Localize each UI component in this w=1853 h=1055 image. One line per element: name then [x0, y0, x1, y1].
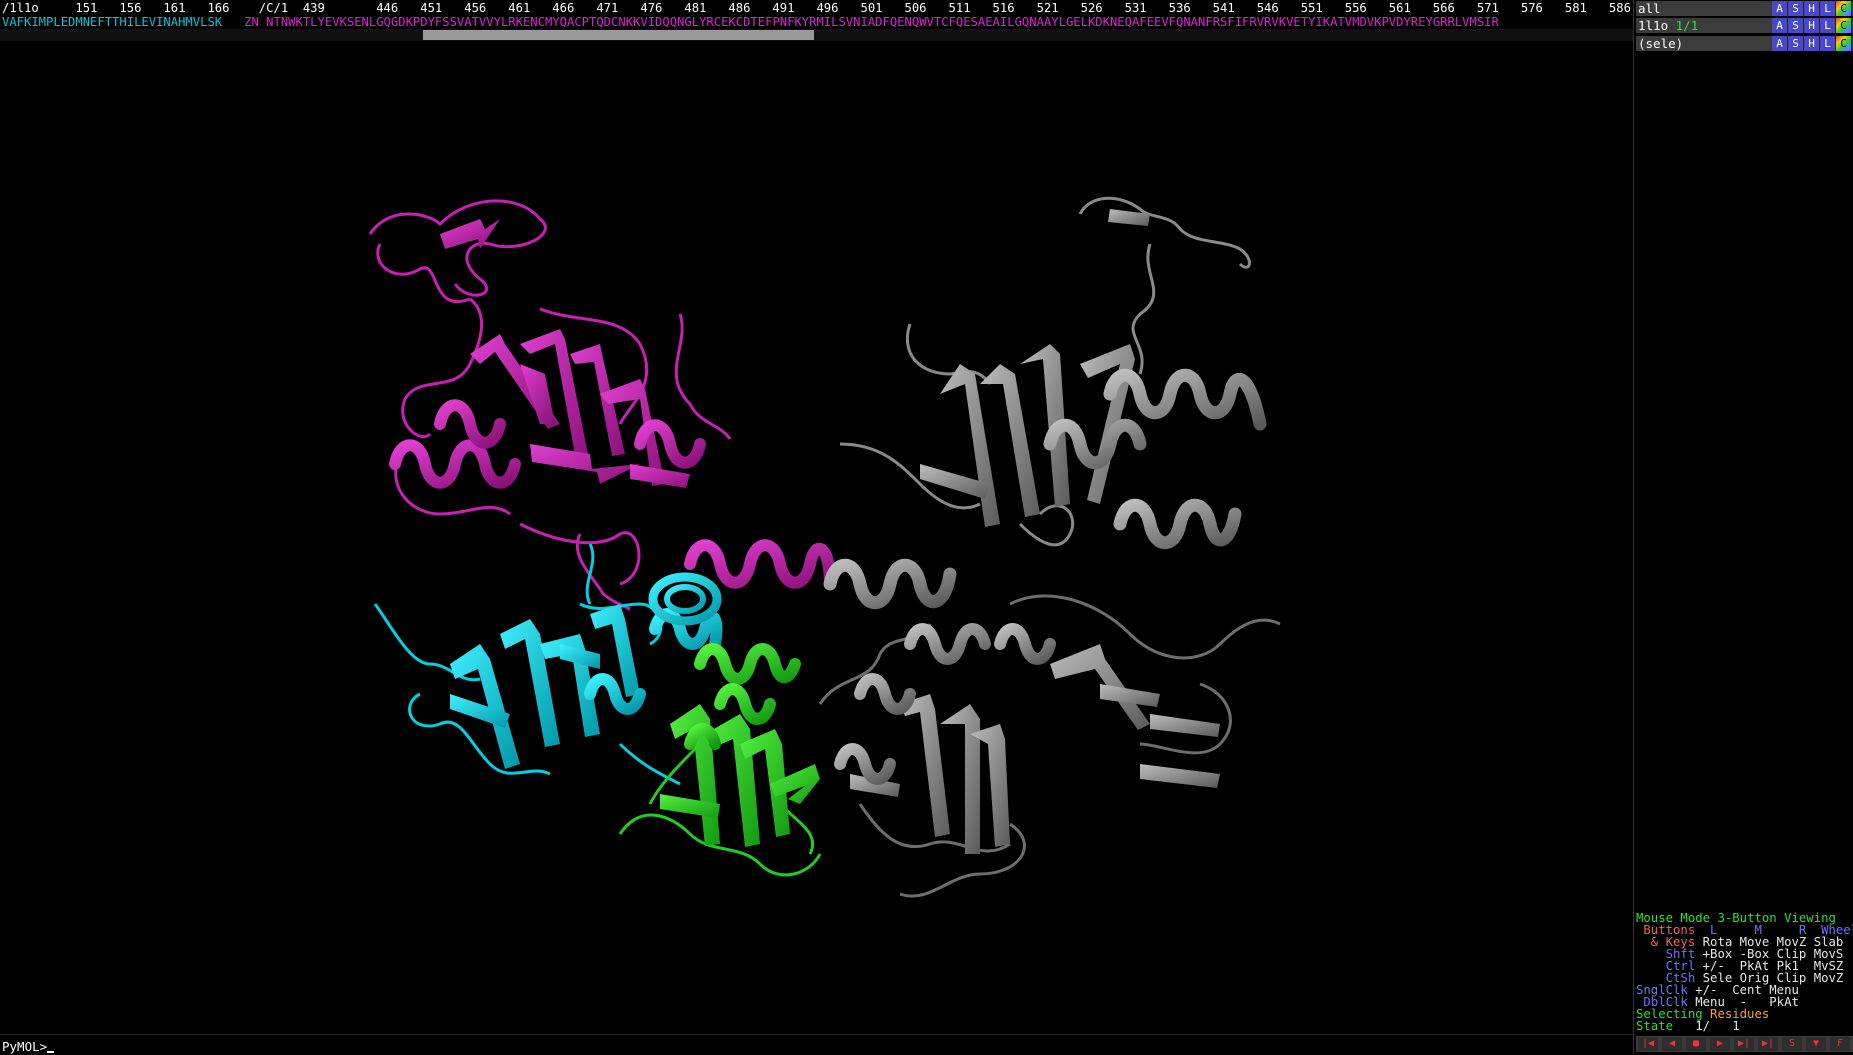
- command-cursor: [47, 1051, 55, 1053]
- hide-button[interactable]: H: [1804, 1, 1820, 16]
- chain-gray-upper-helices: [823, 368, 1267, 610]
- command-line[interactable]: PyMOL>: [0, 1034, 1633, 1055]
- chain-green[interactable]: [618, 742, 822, 877]
- sequence-scrollbar[interactable]: [0, 29, 1633, 41]
- object-name-text: 1l1o: [1638, 18, 1669, 33]
- command-prompt[interactable]: PyMOL>: [2, 1039, 55, 1054]
- back-button[interactable]: ◀: [1662, 1037, 1682, 1051]
- sequence-chain-cyan[interactable]: VAFKIMPLEDMNEFTTHILEVINAHMVLSK: [2, 15, 222, 29]
- show-button[interactable]: S: [1788, 36, 1804, 51]
- stop-button[interactable]: ■: [1686, 1037, 1706, 1051]
- sequence-scrollbar-thumb[interactable]: [423, 30, 814, 40]
- sequence-ruler: /1l1o 151 156 161 166 /C/1 439 446 451 4…: [2, 1, 1633, 15]
- chain-cyan[interactable]: [373, 543, 681, 786]
- state-label: State: [1636, 1019, 1674, 1033]
- forward-button[interactable]: ▶|: [1734, 1037, 1754, 1051]
- play-button[interactable]: ▶: [1710, 1037, 1730, 1051]
- show-button[interactable]: S: [1788, 1, 1804, 16]
- chain-gray-upper-sheets: [920, 209, 1150, 527]
- sequence-viewer[interactable]: /1l1o 151 156 161 166 /C/1 439 446 451 4…: [0, 0, 1633, 44]
- object-name[interactable]: (sele): [1638, 36, 1683, 51]
- color-button[interactable]: C: [1836, 36, 1852, 51]
- label-button[interactable]: L: [1820, 1, 1836, 16]
- command-prompt-label: PyMOL>: [2, 1039, 48, 1054]
- rewind-button[interactable]: |◀: [1638, 1037, 1658, 1051]
- hide-button[interactable]: H: [1804, 18, 1820, 33]
- state-value: 1/ 1: [1673, 1019, 1740, 1033]
- state-line: State 1/ 1: [1636, 1020, 1853, 1032]
- object-row-all[interactable]: all A S H L C: [1636, 1, 1853, 16]
- object-row-sele[interactable]: (sele) A S H L C: [1636, 36, 1853, 51]
- sequence-row[interactable]: VAFKIMPLEDMNEFTTHILEVINAHMVLSK ZN NTNWKT…: [2, 15, 1499, 29]
- hide-button[interactable]: H: [1804, 36, 1820, 51]
- molecular-viewport[interactable]: [0, 44, 1633, 1034]
- fullscreen-button[interactable]: F: [1830, 1037, 1850, 1051]
- sequence-chain-magenta[interactable]: NTNWKTLYEVKSENLGQGDKPDYFSSVATVVYLRKENCMY…: [266, 15, 1499, 29]
- object-state-count: 1/1: [1675, 18, 1699, 33]
- action-button[interactable]: A: [1772, 36, 1788, 51]
- show-button[interactable]: S: [1788, 18, 1804, 33]
- end-button[interactable]: ▶|: [1758, 1037, 1778, 1051]
- object-name[interactable]: all: [1638, 1, 1661, 16]
- sequence-zn-label[interactable]: ZN: [222, 15, 266, 29]
- chain-gray-lower-helices: [834, 623, 1056, 785]
- color-button[interactable]: C: [1836, 18, 1852, 33]
- mouse-mode-panel[interactable]: Mouse Mode 3-Button Viewing Buttons L M …: [1636, 912, 1853, 1032]
- label-button[interactable]: L: [1820, 18, 1836, 33]
- object-panel: all A S H L C 1l1o 1/1 A S H L C (sele) …: [1633, 0, 1853, 1054]
- label-button[interactable]: L: [1820, 36, 1836, 51]
- object-name-text: (sele): [1638, 36, 1684, 51]
- color-button[interactable]: C: [1836, 1, 1852, 16]
- options-button[interactable]: ▼: [1806, 1037, 1826, 1051]
- chain-green-sheets: [660, 704, 820, 847]
- movie-player-controls: |◀ ◀ ■ ▶ ▶| ▶| S ▼ F: [1636, 1036, 1853, 1052]
- object-name-text: all: [1638, 1, 1661, 16]
- action-button[interactable]: A: [1772, 1, 1788, 16]
- action-button[interactable]: A: [1772, 18, 1788, 33]
- object-row-1l1o[interactable]: 1l1o 1/1 A S H L C: [1636, 18, 1853, 33]
- scene-button[interactable]: S: [1782, 1037, 1802, 1051]
- protein-cartoon[interactable]: [0, 44, 1633, 1034]
- object-name[interactable]: 1l1o 1/1: [1638, 18, 1698, 33]
